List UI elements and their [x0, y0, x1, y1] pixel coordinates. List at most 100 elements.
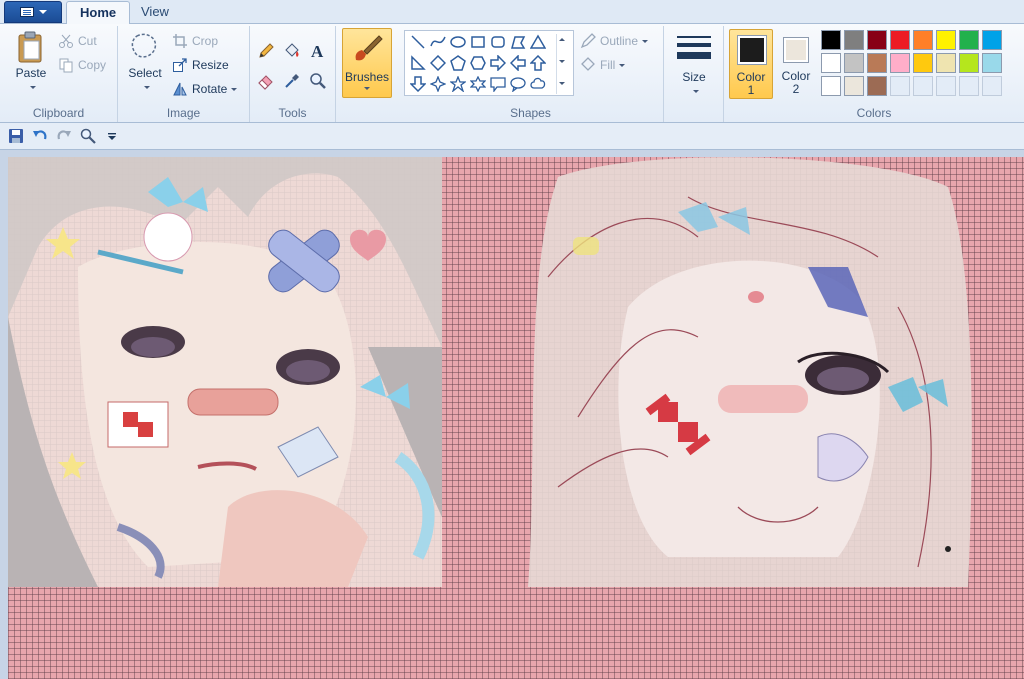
fill-bucket-icon[interactable] [281, 40, 303, 62]
custom-color-slot[interactable] [890, 76, 910, 96]
chevron-down-icon [30, 86, 36, 90]
rectangle-shape-icon[interactable] [468, 32, 488, 52]
customize-dropdown-icon[interactable] [103, 127, 121, 145]
line-shape-icon[interactable] [408, 32, 428, 52]
colors-group-label: Colors [856, 106, 892, 120]
app-menu-button[interactable] [4, 1, 62, 23]
tab-view[interactable]: View [128, 1, 182, 24]
custom-color-slot[interactable] [913, 76, 933, 96]
paste-button[interactable]: Paste [8, 30, 54, 94]
color1-number: 1 [747, 83, 755, 97]
palette-swatch[interactable] [890, 30, 910, 50]
eraser-icon[interactable] [255, 70, 277, 92]
palette-swatch[interactable] [959, 30, 979, 50]
palette-swatch[interactable] [821, 76, 841, 96]
palette-swatch[interactable] [844, 76, 864, 96]
custom-color-slot[interactable] [982, 76, 1002, 96]
scroll-down-icon[interactable] [559, 60, 565, 63]
palette-swatch[interactable] [936, 53, 956, 73]
undo-icon[interactable] [31, 127, 49, 145]
scroll-up-icon[interactable] [559, 38, 565, 41]
resize-label: Resize [192, 58, 229, 72]
clipboard-group: Paste Cut Copy Clipboard [0, 26, 118, 122]
drawing-canvas[interactable] [8, 157, 1024, 679]
triangle-shape-icon[interactable] [528, 32, 548, 52]
brushes-button[interactable]: Brushes [342, 28, 392, 98]
color1-button[interactable]: Color 1 [729, 29, 773, 99]
color2-button[interactable]: Color 2 [776, 29, 816, 99]
palette-swatch[interactable] [844, 30, 864, 50]
fill-icon [581, 57, 595, 71]
size-group: Size [664, 26, 724, 122]
palette-swatch[interactable] [890, 53, 910, 73]
five-point-star-shape-icon[interactable] [448, 74, 468, 94]
tab-home[interactable]: Home [66, 1, 131, 24]
save-icon[interactable] [7, 127, 25, 145]
up-arrow-shape-icon[interactable] [528, 53, 548, 73]
down-arrow-shape-icon[interactable] [408, 74, 428, 94]
copy-button[interactable]: Copy [58, 55, 106, 75]
line-size-icon [677, 36, 711, 59]
cloud-callout-shape-icon[interactable] [528, 74, 548, 94]
rotate-button[interactable]: Rotate [172, 79, 238, 99]
size-button[interactable]: Size [670, 30, 718, 98]
left-arrow-shape-icon[interactable] [508, 53, 528, 73]
palette-swatch[interactable] [867, 53, 887, 73]
hexagon-shape-icon[interactable] [468, 53, 488, 73]
six-point-star-shape-icon[interactable] [468, 74, 488, 94]
crop-label: Crop [192, 34, 219, 48]
oval-shape-icon[interactable] [448, 32, 468, 52]
right-triangle-shape-icon[interactable] [408, 53, 428, 73]
color2-swatch [786, 40, 806, 60]
color1-swatch [740, 38, 764, 62]
chevron-down-icon [364, 87, 370, 90]
shapes-gallery-scrollbar[interactable] [556, 34, 570, 94]
curve-shape-icon[interactable] [428, 32, 448, 52]
pencil-icon[interactable] [255, 40, 277, 62]
outline-pen-icon [580, 33, 596, 49]
diamond-shape-icon[interactable] [428, 53, 448, 73]
palette-swatch[interactable] [913, 30, 933, 50]
resize-button[interactable]: Resize [172, 55, 229, 75]
palette-swatch[interactable] [959, 53, 979, 73]
redo-icon[interactable] [55, 127, 73, 145]
zoom-icon[interactable] [79, 127, 97, 145]
custom-color-slot[interactable] [959, 76, 979, 96]
polygon-shape-icon[interactable] [508, 32, 528, 52]
magnifier-icon[interactable] [307, 70, 329, 92]
palette-swatch[interactable] [913, 53, 933, 73]
palette-swatch[interactable] [982, 30, 1002, 50]
palette-swatch[interactable] [821, 30, 841, 50]
right-arrow-shape-icon[interactable] [488, 53, 508, 73]
palette-swatch[interactable] [867, 76, 887, 96]
cut-button[interactable]: Cut [58, 31, 97, 51]
palette-swatch[interactable] [982, 53, 1002, 73]
sketch-reproduction [528, 157, 972, 587]
chevron-down-icon [38, 10, 47, 14]
shapes-group: Outline Fill Shapes [398, 26, 664, 122]
quick-access-toolbar [0, 123, 1024, 150]
tools-group: A Tools [250, 26, 336, 122]
shapes-group-label: Shapes [510, 106, 551, 120]
pentagon-shape-icon[interactable] [448, 53, 468, 73]
oval-callout-shape-icon[interactable] [508, 74, 528, 94]
palette-swatch[interactable] [844, 53, 864, 73]
select-button[interactable]: Select [122, 30, 168, 94]
outline-button[interactable]: Outline [580, 31, 649, 51]
chevron-down-icon [642, 39, 649, 43]
color-picker-icon[interactable] [281, 70, 303, 92]
rounded-rectangle-shape-icon[interactable] [488, 32, 508, 52]
palette-swatch[interactable] [936, 30, 956, 50]
palette-swatch[interactable] [821, 53, 841, 73]
custom-color-slot[interactable] [936, 76, 956, 96]
text-icon[interactable]: A [307, 40, 329, 62]
copy-icon [59, 58, 73, 73]
palette-swatch[interactable] [867, 30, 887, 50]
crop-button[interactable]: Crop [172, 31, 218, 51]
fill-button[interactable]: Fill [580, 55, 626, 75]
clipboard-group-label: Clipboard [32, 106, 85, 120]
gallery-expand-icon[interactable] [559, 82, 565, 85]
four-point-star-shape-icon[interactable] [428, 74, 448, 94]
svg-text:A: A [311, 42, 324, 60]
rect-callout-shape-icon[interactable] [488, 74, 508, 94]
